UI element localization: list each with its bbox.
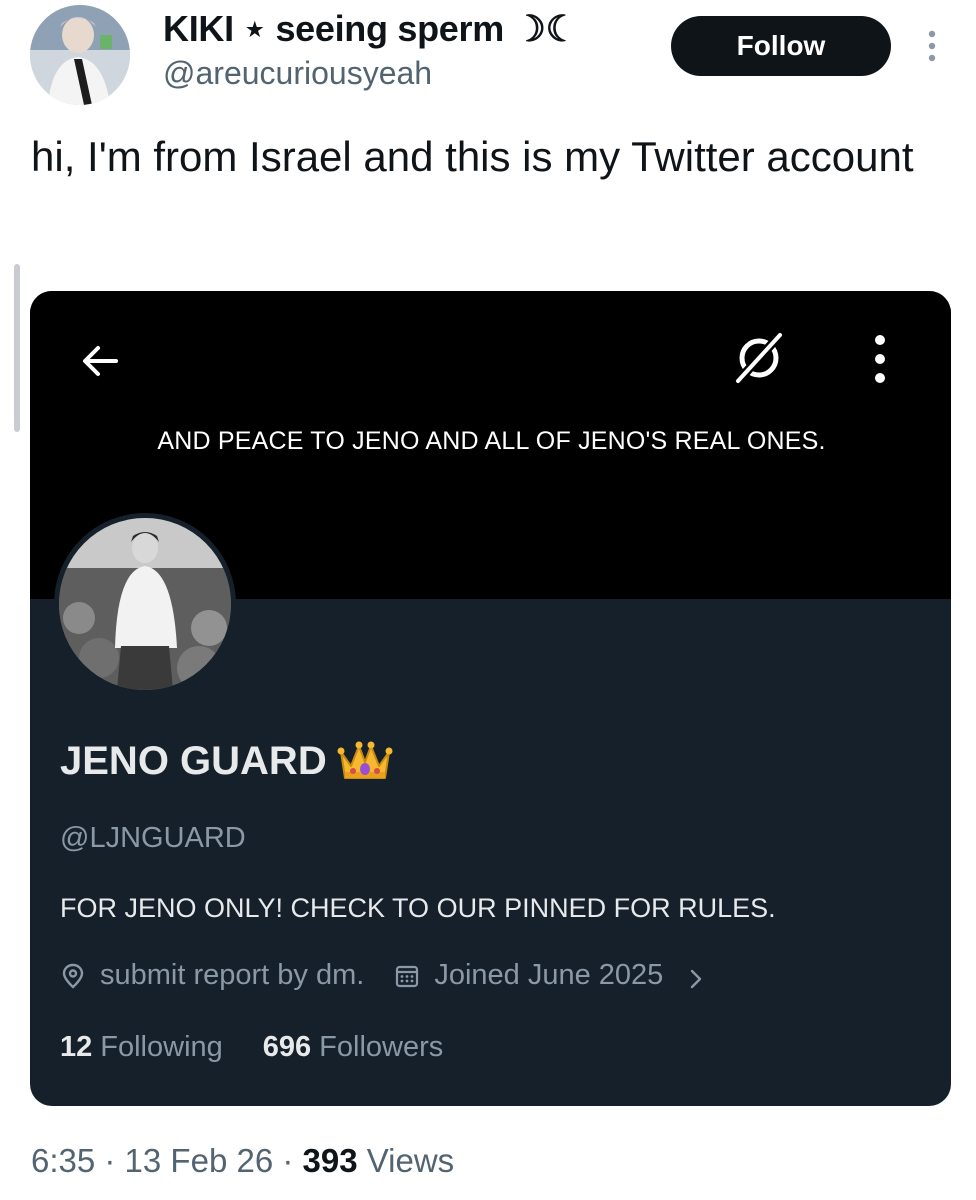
following-link[interactable]: 12 Following [60,1031,223,1064]
following-label: Following [100,1031,223,1063]
profile-follow-stats: 12 Following 696 Followers [60,1031,443,1064]
profile-joined: Joined June 2025 [434,959,664,991]
chevron-right-icon[interactable] [689,965,703,988]
follow-button[interactable]: Follow [671,16,891,76]
banner-text: AND PEACE TO JENO AND ALL OF JENO'S REAL… [157,427,826,455]
scrollbar-thumb[interactable] [14,264,20,432]
followers-link[interactable]: 696 Followers [263,1031,443,1064]
author-display-name[interactable]: KIKI ⋆ seeing sperm ☽☾ [163,8,578,50]
profile-bio: FOR JENO ONLY! CHECK TO OUR PINNED FOR R… [60,893,776,923]
embedded-profile-card[interactable]: AND PEACE TO JENO AND ALL OF JENO'S REAL… [30,291,951,1106]
author-handle[interactable]: @areucuriousyeah [163,55,432,92]
profile-name-text: JENO GUARD [60,739,327,783]
tweet-footer: 6:35 · 13 Feb 26 · 393 Views [31,1142,454,1180]
grok-icon[interactable] [730,329,788,387]
tweet-text: hi, I'm from Israel and this is my Twitt… [31,133,914,180]
profile-location: submit report by dm. [100,959,365,991]
followers-count: 696 [262,1031,312,1063]
followers-label: Followers [319,1031,444,1063]
back-arrow-icon[interactable] [78,339,122,383]
following-count: 12 [60,1031,93,1063]
profile-more-icon[interactable] [868,331,892,387]
views-label: Views [357,1142,455,1179]
profile-handle: @LJNGUARD [60,822,246,854]
profile-meta-row: submit report by dm. Joined June 2025 [60,959,703,992]
author-avatar[interactable] [30,5,130,105]
tweet-timestamp[interactable]: 6:35 · 13 Feb 26 · [31,1142,303,1179]
crown-emoji-icon [337,738,393,784]
profile-name: JENO GUARD [60,739,393,784]
more-options-icon[interactable] [922,26,942,66]
location-pin-icon [60,963,86,989]
profile-avatar[interactable] [54,513,236,695]
views-count: 393 [302,1142,358,1179]
calendar-icon [394,963,420,989]
